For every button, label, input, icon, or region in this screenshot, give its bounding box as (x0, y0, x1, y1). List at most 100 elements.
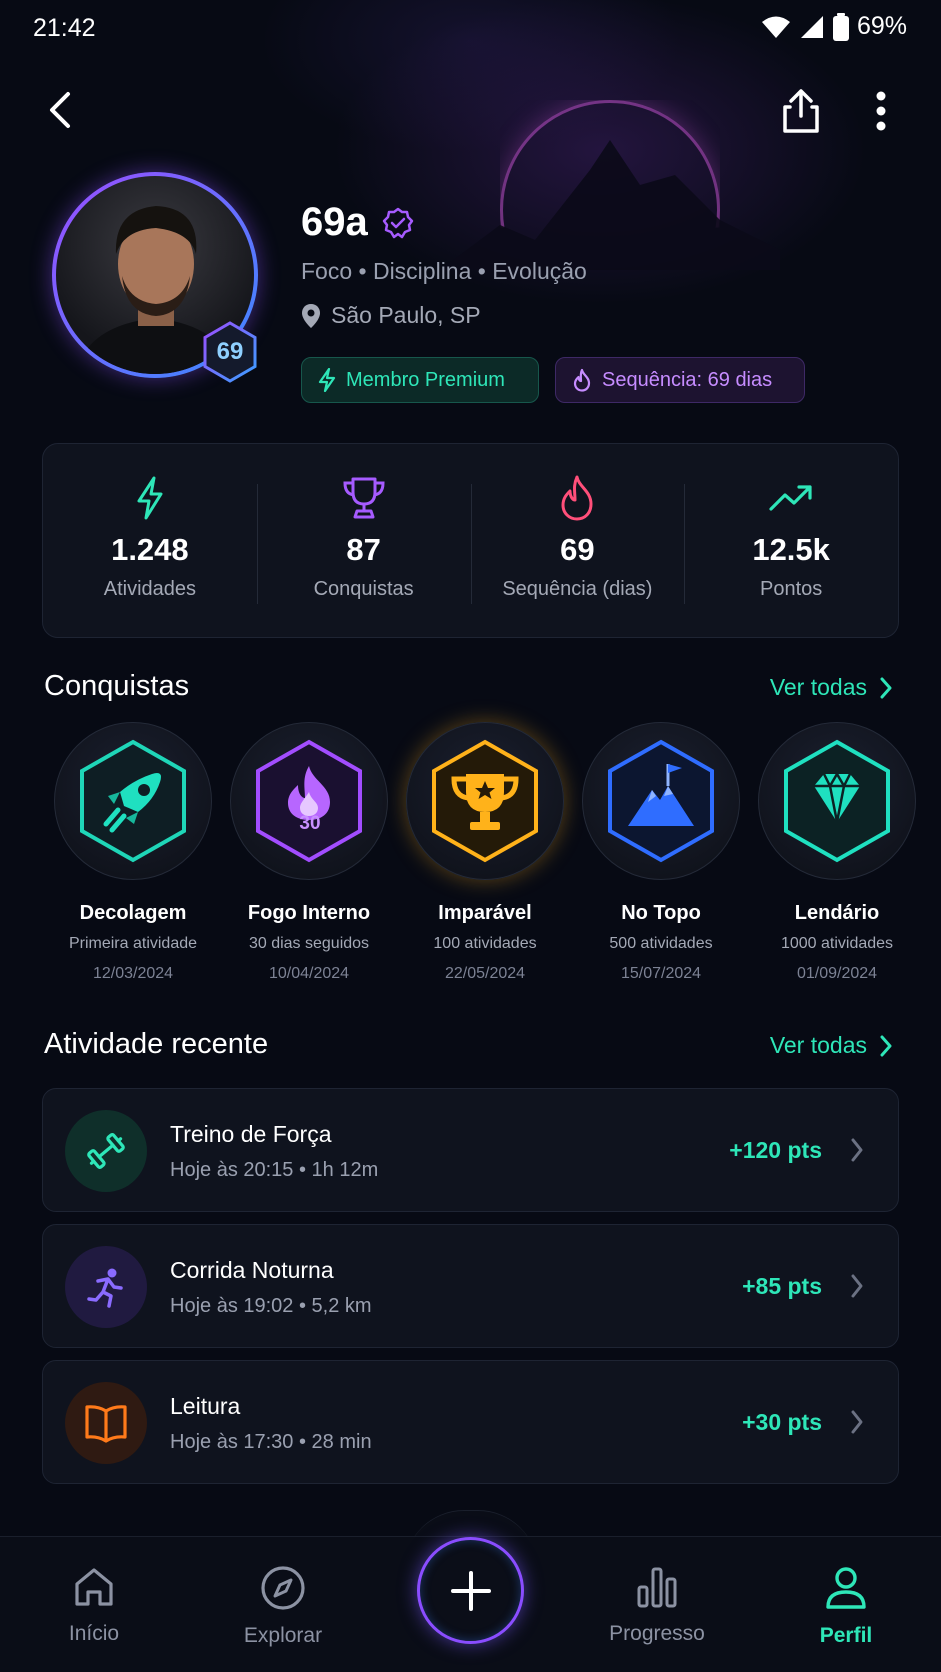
premium-member-badge: Membro Premium (301, 357, 539, 403)
achievement-badge (758, 722, 916, 880)
wifi-icon (761, 16, 790, 38)
level-number: 69 (216, 338, 244, 365)
achievement-card[interactable]: Lendário 1000 atividades 01/09/2024 (749, 722, 925, 983)
achievement-name: No Topo (621, 902, 701, 924)
achievement-desc: 500 atividades (609, 935, 713, 952)
battery-icon (832, 12, 849, 41)
achievement-card[interactable]: Imparável 100 atividades 22/05/2024 (397, 722, 573, 983)
achievement-date: 01/09/2024 (796, 965, 878, 982)
plus-icon (450, 1570, 491, 1611)
nav-home[interactable]: Início (34, 1565, 154, 1646)
flame-icon (256, 739, 362, 863)
more-options-button[interactable] (866, 88, 896, 134)
status-bar: 21:42 69% (0, 0, 941, 58)
nav-label: Início (68, 1622, 120, 1645)
streak-label: Sequência: 69 dias (602, 368, 773, 391)
chevron-left-icon (50, 92, 70, 128)
header-mountain-silhouette (440, 140, 780, 270)
achievement-badge: 30 (230, 722, 388, 880)
nav-label: Progresso (609, 1622, 705, 1645)
diamond-icon (784, 739, 890, 863)
achievement-date: 10/04/2024 (268, 965, 350, 982)
share-button[interactable] (778, 86, 824, 136)
streak-badge: Sequência: 69 dias (555, 357, 805, 403)
achievement-name: Fogo Interno (247, 902, 371, 924)
activity-points: +30 pts (742, 1409, 822, 1435)
profile-location: São Paulo, SP (301, 302, 481, 329)
stat-streak[interactable]: 69 Sequência (dias) (470, 444, 685, 637)
signal-icon (800, 15, 823, 38)
achievements-row: Decolagem Primeira atividade 12/03/2024 … (45, 722, 941, 982)
nav-explore[interactable]: Explorar (223, 1565, 343, 1648)
achievement-desc: 1000 atividades (780, 935, 894, 952)
stat-label: Pontos (759, 578, 823, 600)
activity-icon-wrap (65, 1246, 147, 1328)
status-indicators: 69% (761, 12, 907, 41)
flame-icon (573, 368, 591, 392)
stat-achievements[interactable]: 87 Conquistas (256, 444, 471, 637)
mountain-flag-icon (608, 739, 714, 863)
stat-label: Conquistas (313, 578, 414, 600)
flame-icon (561, 475, 593, 521)
chevron-right-icon (851, 1274, 863, 1298)
add-activity-button[interactable] (417, 1537, 524, 1644)
achievement-name: Decolagem (79, 902, 187, 924)
bolt-icon (318, 368, 336, 392)
achievement-name: Imparável (438, 902, 532, 924)
more-vertical-icon (876, 91, 886, 131)
profile-tagline: Foco • Disciplina • Evolução (301, 258, 587, 284)
achievement-badge (54, 722, 212, 880)
stat-points[interactable]: 12.5k Pontos (684, 444, 898, 637)
recent-activity-title: Atividade recente (44, 1028, 269, 1060)
achievement-card[interactable]: 30 Fogo Interno 30 dias seguidos 10/04/2… (221, 722, 397, 983)
achievement-name: Lendário (794, 902, 880, 924)
runner-icon (87, 1268, 123, 1308)
nav-label: Perfil (819, 1624, 873, 1647)
achievement-desc: Primeira atividade (68, 935, 198, 952)
stat-value: 87 (346, 532, 381, 567)
stats-card: 1.248 Atividades 87 Conquistas 69 Sequên… (42, 443, 899, 638)
back-button[interactable] (38, 88, 82, 132)
activity-item[interactable]: Leitura Hoje às 17:30 • 28 min +30 pts (42, 1360, 899, 1484)
nav-profile[interactable]: Perfil (786, 1565, 906, 1648)
achievement-desc: 100 atividades (433, 935, 537, 952)
premium-label: Membro Premium (346, 368, 505, 391)
chevron-right-icon (880, 677, 892, 698)
bolt-icon (137, 476, 163, 520)
profile-name-row: 69a (301, 200, 414, 245)
chevron-right-icon (880, 1035, 892, 1056)
achievement-badge (582, 722, 740, 880)
stat-value: 69 (560, 532, 595, 567)
book-icon (85, 1405, 127, 1443)
compass-icon (261, 1566, 305, 1610)
activity-see-all-link[interactable]: Ver todas (770, 1032, 893, 1059)
activity-subtitle: Hoje às 19:02 • 5,2 km (170, 1295, 372, 1317)
achievement-badge (406, 722, 564, 880)
battery-percent: 69% (856, 12, 907, 40)
verified-badge-icon (382, 207, 413, 238)
location-text: São Paulo, SP (331, 302, 481, 328)
achievement-card[interactable]: Decolagem Primeira atividade 12/03/2024 (45, 722, 221, 983)
achievement-desc: 30 dias seguidos (248, 935, 370, 952)
stat-activities[interactable]: 1.248 Atividades (43, 444, 257, 637)
achievement-card[interactable]: No Topo 500 atividades 15/07/2024 (573, 722, 749, 983)
activity-title: Treino de Força (170, 1121, 332, 1147)
location-pin-icon (302, 303, 320, 328)
profile-avatar-wrap[interactable]: 69 (52, 172, 262, 383)
trophy-icon (343, 477, 385, 519)
achievements-see-all-link[interactable]: Ver todas (770, 674, 893, 701)
see-all-label: Ver todas (769, 674, 867, 700)
nav-progress[interactable]: Progresso (597, 1565, 717, 1646)
chevron-right-icon (851, 1138, 863, 1162)
activity-icon-wrap (65, 1382, 147, 1464)
achievement-badge-number: 30 (299, 813, 321, 834)
activity-subtitle: Hoje às 17:30 • 28 min (170, 1431, 372, 1453)
rocket-icon (80, 739, 186, 863)
bar-chart-icon (637, 1567, 677, 1608)
chevron-right-icon (851, 1410, 863, 1434)
share-icon (783, 89, 819, 133)
activity-points: +120 pts (729, 1137, 822, 1163)
activity-item[interactable]: Treino de Força Hoje às 20:15 • 1h 12m +… (42, 1088, 899, 1212)
activity-item[interactable]: Corrida Noturna Hoje às 19:02 • 5,2 km +… (42, 1224, 899, 1348)
achievement-date: 12/03/2024 (92, 965, 174, 982)
